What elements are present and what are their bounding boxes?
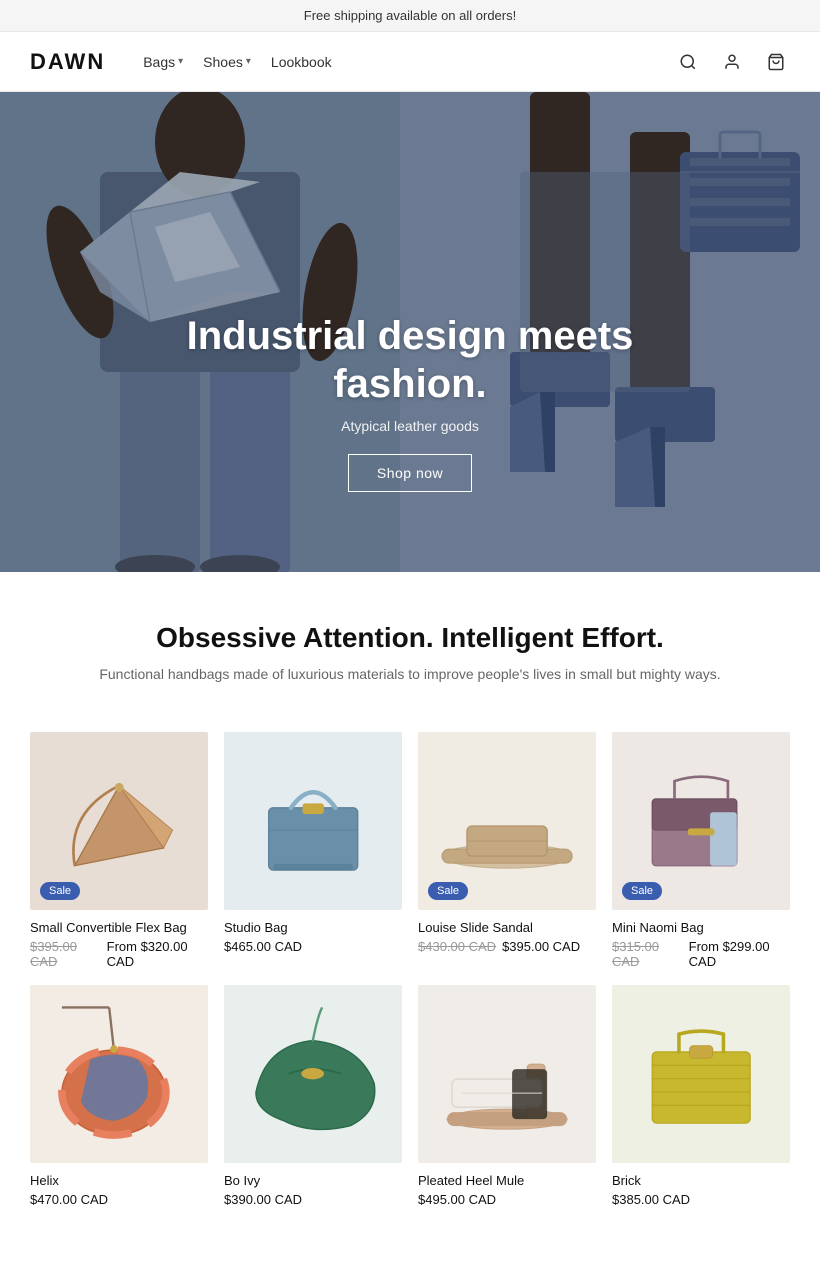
products-grid-row1: Sale Small Convertible Flex Bag $395.00 …	[30, 732, 790, 969]
announcement-text: Free shipping available on all orders!	[304, 8, 516, 23]
product-card-3[interactable]: Sale Louise Slide Sandal $430.00 CAD $39…	[418, 732, 596, 969]
nav-bags[interactable]: Bags ▾	[135, 50, 191, 74]
product-image-7	[427, 994, 587, 1154]
products-grid-row2: Helix $470.00 CAD Bo Ivy	[30, 985, 790, 1207]
sale-badge-4: Sale	[622, 882, 662, 900]
price-original-1: $395.00 CAD	[30, 939, 101, 969]
price-row-7: $495.00 CAD	[418, 1192, 596, 1207]
hero-title: Industrial design meets fashion.	[110, 312, 710, 408]
product-image-1	[48, 750, 190, 892]
tagline-title: Obsessive Attention. Intelligent Effort.	[30, 622, 790, 654]
logo[interactable]: DAWN	[30, 49, 105, 75]
announcement-bar: Free shipping available on all orders!	[0, 0, 820, 32]
product-image-4	[630, 750, 772, 892]
main-nav: Bags ▾ Shoes ▾ Lookbook	[135, 50, 674, 74]
price-regular-8: $385.00 CAD	[612, 1192, 690, 1207]
shop-now-button[interactable]: Shop now	[348, 454, 472, 492]
price-regular-2: $465.00 CAD	[224, 939, 302, 954]
price-original-4: $315.00 CAD	[612, 939, 683, 969]
product-card-5[interactable]: Helix $470.00 CAD	[30, 985, 208, 1207]
product-name-8: Brick	[612, 1173, 790, 1188]
price-row-8: $385.00 CAD	[612, 1192, 790, 1207]
price-sale-3: $395.00 CAD	[502, 939, 580, 954]
sale-badge-1: Sale	[40, 882, 80, 900]
price-regular-5: $470.00 CAD	[30, 1192, 108, 1207]
product-card-8[interactable]: Brick $385.00 CAD	[612, 985, 790, 1207]
price-row-2: $465.00 CAD	[224, 939, 402, 954]
product-card-2[interactable]: Studio Bag $465.00 CAD	[224, 732, 402, 969]
product-card-4[interactable]: Sale Mini Naomi Bag $315.00 CAD From $29…	[612, 732, 790, 969]
chevron-down-icon: ▾	[178, 56, 183, 67]
product-name-6: Bo Ivy	[224, 1173, 402, 1188]
product-card-7[interactable]: Pleated Heel Mule $495.00 CAD	[418, 985, 596, 1207]
hero-section: Industrial design meets fashion. Atypica…	[0, 92, 820, 572]
cart-button[interactable]	[762, 48, 790, 76]
product-name-3: Louise Slide Sandal	[418, 920, 596, 935]
price-row-1: $395.00 CAD From $320.00 CAD	[30, 939, 208, 969]
product-card-1[interactable]: Sale Small Convertible Flex Bag $395.00 …	[30, 732, 208, 969]
account-button[interactable]	[718, 48, 746, 76]
product-image-6	[237, 998, 388, 1149]
product-card-6[interactable]: Bo Ivy $390.00 CAD	[224, 985, 402, 1207]
price-regular-7: $495.00 CAD	[418, 1192, 496, 1207]
cart-icon	[767, 53, 785, 71]
hero-subtitle: Atypical leather goods	[110, 418, 710, 434]
header-icons	[674, 48, 790, 76]
hero-content: Industrial design meets fashion. Atypica…	[110, 312, 710, 492]
tagline-description: Functional handbags made of luxurious ma…	[30, 666, 790, 682]
price-original-3: $430.00 CAD	[418, 939, 496, 954]
search-icon	[679, 53, 697, 71]
header: DAWN Bags ▾ Shoes ▾ Lookbook	[0, 32, 820, 92]
product-name-1: Small Convertible Flex Bag	[30, 920, 208, 935]
product-name-5: Helix	[30, 1173, 208, 1188]
price-row-6: $390.00 CAD	[224, 1192, 402, 1207]
product-name-7: Pleated Heel Mule	[418, 1173, 596, 1188]
products-section: Sale Small Convertible Flex Bag $395.00 …	[0, 712, 820, 1267]
price-row-5: $470.00 CAD	[30, 1192, 208, 1207]
user-icon	[723, 53, 741, 71]
tagline-section: Obsessive Attention. Intelligent Effort.…	[0, 572, 820, 712]
chevron-down-icon: ▾	[246, 56, 251, 67]
nav-lookbook[interactable]: Lookbook	[263, 50, 340, 74]
product-name-4: Mini Naomi Bag	[612, 920, 790, 935]
price-row-4: $315.00 CAD From $299.00 CAD	[612, 939, 790, 969]
product-image-3	[427, 741, 587, 901]
nav-shoes[interactable]: Shoes ▾	[195, 50, 259, 74]
search-button[interactable]	[674, 48, 702, 76]
price-row-3: $430.00 CAD $395.00 CAD	[418, 939, 596, 954]
price-regular-6: $390.00 CAD	[224, 1192, 302, 1207]
price-sale-4: From $299.00 CAD	[689, 939, 790, 969]
product-image-5	[43, 998, 194, 1149]
price-sale-1: From $320.00 CAD	[107, 939, 208, 969]
sale-badge-3: Sale	[428, 882, 468, 900]
product-name-2: Studio Bag	[224, 920, 402, 935]
product-image-8	[630, 1003, 772, 1145]
product-image-2	[242, 750, 384, 892]
